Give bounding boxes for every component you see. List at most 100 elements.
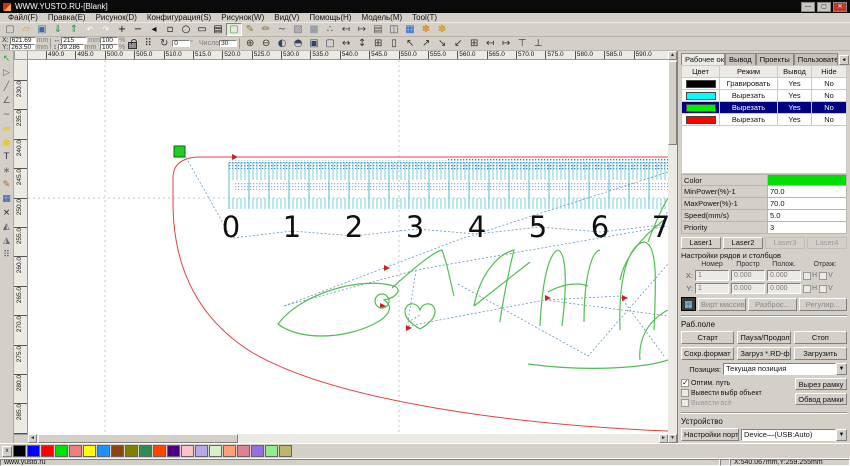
property-value[interactable] [768, 175, 846, 185]
anchor-grid-icon[interactable]: ⠿ [140, 37, 156, 50]
load-rd-button[interactable]: Загруз *.RD-файл [737, 347, 790, 360]
virtual-array-button[interactable]: Вирт массив [698, 298, 746, 311]
line-tool-icon[interactable]: ╱ [0, 80, 13, 94]
same-size-icon[interactable]: ⊞ [370, 37, 386, 50]
layer-row[interactable]: Вырезать Yes No [682, 114, 847, 126]
close-button[interactable]: ✕ [833, 2, 847, 12]
ruler-number[interactable]: 3 [400, 210, 430, 244]
align-top-icon[interactable]: ⊤ [514, 37, 530, 50]
scatter-button[interactable]: Разброс... [748, 298, 796, 311]
palette-swatch[interactable] [41, 445, 54, 457]
delete-icon[interactable]: × [0, 206, 13, 220]
palette-swatch[interactable] [195, 445, 208, 457]
rotate-icon[interactable]: ↻ [156, 37, 172, 50]
palette-swatch[interactable] [237, 445, 250, 457]
scale-y-field[interactable]: 100 [100, 44, 118, 51]
tab-scroll-left-icon[interactable]: ◄ [839, 55, 849, 65]
pause-button[interactable]: Пауза/Продолж [737, 331, 790, 344]
mirror-h-icon[interactable]: ◮ [0, 234, 13, 248]
mirror-v-icon[interactable]: ◭ [0, 220, 13, 234]
select-rect-icon[interactable]: ▢ [226, 23, 242, 36]
subtract-icon[interactable]: ⊖ [258, 37, 274, 50]
tool-b-icon[interactable]: ✽ [434, 23, 450, 36]
zoom-object-icon[interactable]: ○ [178, 23, 194, 36]
ruler-number[interactable]: 5 [523, 210, 553, 244]
print-icon[interactable]: ▤ [370, 23, 386, 36]
laser-tab[interactable]: Laser3 [765, 237, 805, 249]
import-icon[interactable]: ⇓ [50, 23, 66, 36]
group-icon[interactable]: ▣ [306, 37, 322, 50]
redo-icon[interactable]: ↷ [98, 23, 114, 36]
property-value[interactable]: 70.0 [768, 186, 846, 197]
y-position-field[interactable]: 263.50 [9, 44, 35, 51]
h-scroll-thumb[interactable] [38, 434, 238, 443]
zoom-out-icon[interactable]: − [130, 23, 146, 36]
palette-swatch[interactable] [279, 445, 292, 457]
menu-item[interactable]: Tool(T) [407, 13, 442, 22]
palette-swatch[interactable] [167, 445, 180, 457]
fill-square-icon[interactable]: ■ [306, 23, 322, 36]
ruler-number[interactable]: 4 [462, 210, 492, 244]
ruler-number[interactable]: 2 [339, 210, 369, 244]
curve-icon[interactable]: ~ [274, 23, 290, 36]
rc-x-pos-field[interactable]: 0.000 [767, 270, 801, 281]
export-icon[interactable]: ⇑ [66, 23, 82, 36]
zoom-window-icon[interactable]: ▫ [162, 23, 178, 36]
adjust-button[interactable]: Регулир... [799, 298, 847, 311]
fit-width-icon[interactable]: ↤ [338, 23, 354, 36]
menu-item[interactable]: Файл(F) [3, 13, 43, 22]
horizontal-scrollbar[interactable]: ◄ ► [28, 434, 668, 443]
panel-tab[interactable]: Вывод [725, 53, 756, 65]
palette-swatch[interactable] [97, 445, 110, 457]
output-all-checkbox[interactable] [681, 399, 689, 407]
optimize-path-checkbox[interactable] [681, 379, 689, 387]
menu-item[interactable]: Правка(E) [43, 13, 91, 22]
text-tool-icon[interactable]: T [0, 150, 13, 164]
menu-item[interactable]: Модель(M) [356, 13, 407, 22]
panel-tab[interactable]: Пользовател [794, 53, 838, 65]
property-value[interactable]: 5.0 [768, 210, 846, 221]
vertical-scrollbar[interactable]: ▲ ▼ [668, 51, 677, 443]
rc-y-num-field[interactable]: 1 [695, 283, 729, 294]
rc-x-gap-field[interactable]: 0.000 [731, 270, 765, 281]
open-folder-icon[interactable]: ▱ [18, 23, 34, 36]
same-height-icon[interactable]: ↕ [354, 37, 370, 50]
drawing-canvas[interactable]: 01234567 [28, 60, 668, 434]
trace-frame-button[interactable]: Обвод рамки [795, 393, 847, 405]
save-rd-button[interactable]: Сохр.формат RD [681, 347, 734, 360]
laser-tab[interactable]: Laser4 [807, 237, 847, 249]
output-selected-checkbox[interactable] [681, 389, 689, 397]
ruler-number[interactable]: 0 [216, 210, 246, 244]
flip-v-icon[interactable]: ◓ [290, 37, 306, 50]
rc-y-v-checkbox[interactable] [819, 285, 827, 293]
array-preview-icon[interactable]: ▦ [681, 297, 696, 311]
align-top-right-icon[interactable]: ↗ [418, 37, 434, 50]
layer-row[interactable]: Гравировать Yes No [682, 78, 847, 90]
palette-swatch[interactable] [139, 445, 152, 457]
align-grid-icon[interactable]: ⊞ [466, 37, 482, 50]
align-bottom-right-icon[interactable]: ↘ [434, 37, 450, 50]
scroll-down-icon[interactable]: ▼ [668, 434, 677, 443]
panel-tab[interactable]: Проекты [756, 53, 794, 65]
ungroup-icon[interactable]: ▢ [322, 37, 338, 50]
curve-tool-icon[interactable]: ~ [0, 108, 13, 122]
menu-item[interactable]: Рисунок(D) [91, 13, 142, 22]
outline-icon[interactable]: ▯ [386, 37, 402, 50]
select-tool-icon[interactable]: ↖ [0, 52, 13, 66]
ellipse-tool-icon[interactable]: ● [0, 136, 13, 150]
zoom-in-icon[interactable]: + [114, 23, 130, 36]
layer-row[interactable]: Вырезать Yes No [682, 102, 847, 114]
property-value[interactable]: 70.0 [768, 198, 846, 209]
palette-swatch[interactable] [13, 445, 26, 457]
port-settings-button[interactable]: Настройки порта [681, 428, 739, 441]
save-icon[interactable]: ▣ [34, 23, 50, 36]
fit-height-icon[interactable]: ↦ [354, 23, 370, 36]
node-tool-icon[interactable]: ▷ [0, 66, 13, 80]
layer-row[interactable]: Вырезать Yes No [682, 90, 847, 102]
weld-icon[interactable]: ⊕ [242, 37, 258, 50]
height-field[interactable]: 39.286 [58, 44, 84, 51]
grid-tool-icon[interactable]: ▦ [0, 192, 13, 206]
flip-h-icon[interactable]: ◐ [274, 37, 290, 50]
minimize-button[interactable]: — [801, 2, 815, 12]
palette-swatch[interactable] [181, 445, 194, 457]
